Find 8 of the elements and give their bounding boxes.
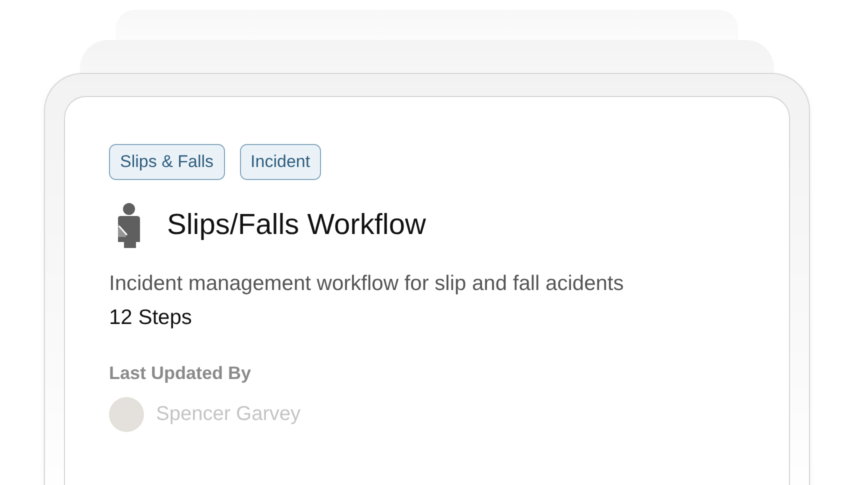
workflow-title: Slips/Falls Workflow: [167, 208, 426, 242]
tag: Incident: [240, 144, 322, 180]
user-name: Spencer Garvey: [156, 403, 301, 426]
tag: Slips & Falls: [109, 144, 225, 180]
last-updated-label: Last Updated By: [109, 363, 252, 384]
workflow-description: Incident management workflow for slip and fall acidents: [109, 272, 625, 296]
avatar: [109, 397, 144, 432]
step-count: 12 Steps: [109, 306, 193, 330]
